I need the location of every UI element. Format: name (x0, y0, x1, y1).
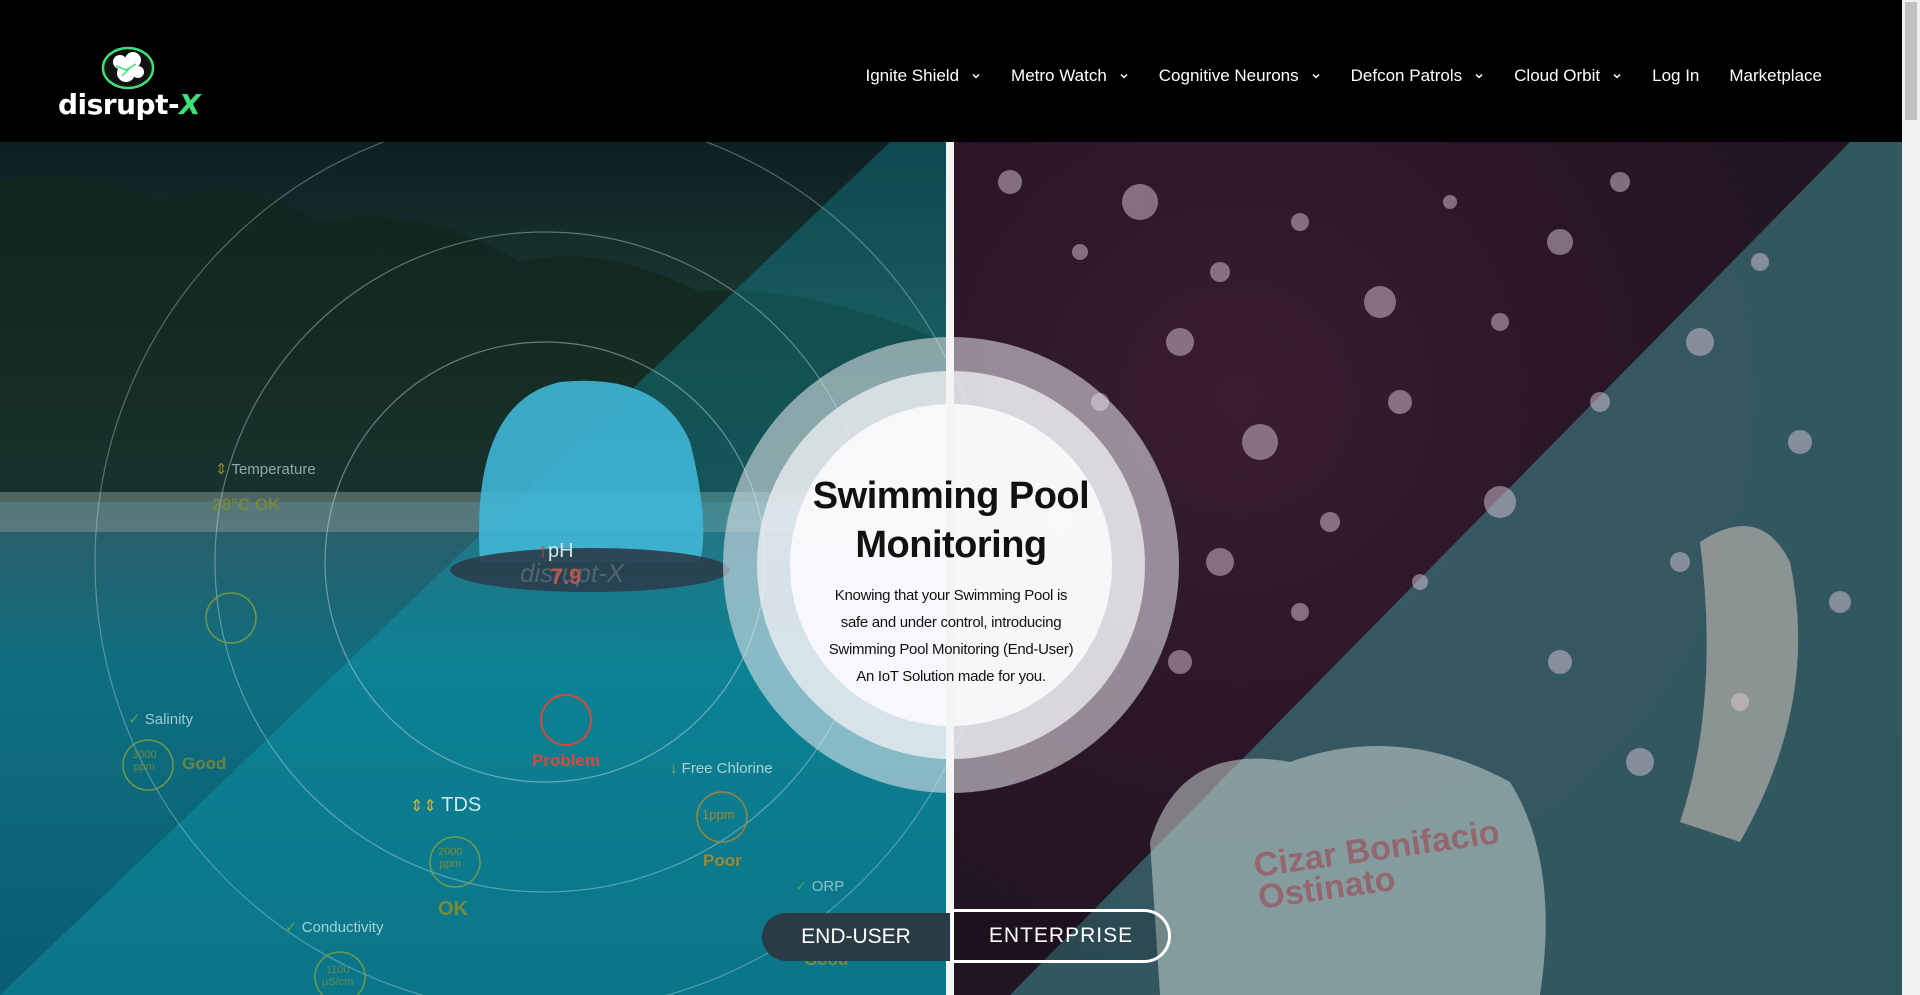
sensor-temperature: ⇕ Temperature (215, 461, 316, 478)
brand-name: disrupt-X (58, 88, 201, 121)
nav-cloud-orbit[interactable]: Cloud Orbit (1514, 66, 1622, 86)
nav-ignite-shield[interactable]: Ignite Shield (865, 66, 981, 86)
chevron-down-icon (1120, 73, 1128, 79)
sensor-temperature-value: 28°C OK (212, 495, 281, 514)
nav-log-in[interactable]: Log In (1652, 66, 1699, 86)
sensor-tds-status: OK (438, 898, 468, 920)
main-nav: Ignite Shield Metro Watch Cognitive Neur… (835, 66, 1822, 86)
sensor-ph-status: Problem (532, 751, 601, 770)
enterprise-button[interactable]: ENTERPRISE (951, 909, 1171, 963)
brand-logo[interactable]: disrupt-X (58, 44, 201, 124)
sensor-salinity-value: 3000 ppm (132, 749, 157, 773)
temperature-value-circle (205, 592, 257, 644)
sensor-salinity-status: Good (182, 754, 227, 773)
chevron-down-icon (1312, 73, 1320, 79)
chevron-down-icon (1613, 73, 1621, 79)
check-circle-icon: ✓ (795, 878, 812, 895)
sensor-free-chlorine-value: 1ppm (702, 807, 735, 822)
top-header: disrupt-X Ignite Shield Metro Watch Cogn… (0, 0, 1902, 142)
vertical-scrollbar[interactable] (1902, 0, 1920, 995)
sensor-tds: ⇕⇕ TDS (410, 794, 482, 816)
nav-defcon-patrols[interactable]: Defcon Patrols (1351, 66, 1485, 86)
hero-section: ⇕ Temperature 28°C OK ↑pH 7.9 Problem ✓ … (0, 142, 1902, 995)
sensor-salinity: ✓ Salinity (128, 711, 194, 728)
check-circle-icon: ✓ (128, 711, 145, 728)
device-brand-text: disrupt-X (520, 558, 625, 588)
nav-marketplace[interactable]: Marketplace (1729, 66, 1822, 86)
sensor-conductivity: ✓ Conductivity (285, 919, 384, 936)
sensor-conductivity-value: 1100 µS/cm (322, 964, 354, 988)
sensor-tds-value: 2000 ppm (438, 846, 463, 870)
sensor-orp: ✓ ORP (795, 878, 845, 895)
tds-arrows-icon: ⇕⇕ (410, 798, 442, 815)
scrollbar-thumb[interactable] (1905, 2, 1917, 120)
brain-cloud-icon (101, 46, 155, 90)
check-circle-icon: ✓ (285, 919, 302, 936)
chevron-down-icon (972, 73, 980, 79)
down-arrow-icon: ↓ (670, 760, 682, 777)
sensor-free-chlorine: ↓ Free Chlorine (670, 760, 773, 777)
chevron-down-icon (1475, 73, 1483, 79)
hero-title: Swimming Pool Monitoring (812, 475, 1090, 566)
sensor-free-chlorine-status: Poor (703, 851, 742, 870)
nav-metro-watch[interactable]: Metro Watch (1011, 66, 1129, 86)
nav-cognitive-neurons[interactable]: Cognitive Neurons (1159, 66, 1321, 86)
hero-description: Knowing that your Swimming Pool is safe … (828, 587, 1074, 685)
thermometer-icon: ⇕ (215, 461, 232, 478)
end-user-button[interactable]: END-USER (762, 913, 950, 961)
